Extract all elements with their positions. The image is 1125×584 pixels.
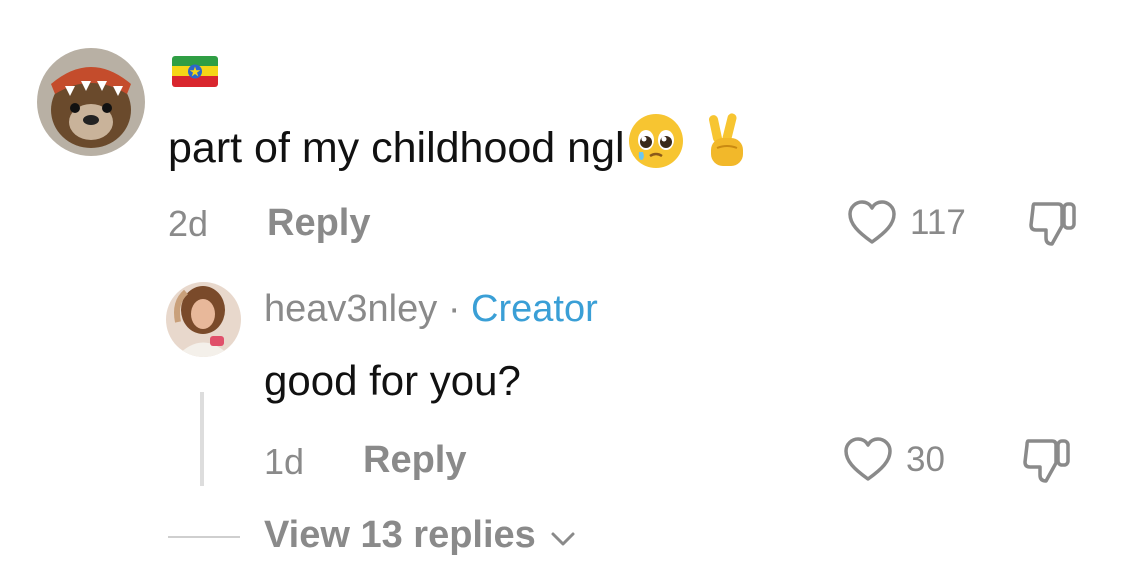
reply-text: good for you?	[264, 357, 521, 404]
thread-line	[200, 392, 204, 486]
creator-badge: Creator	[471, 288, 598, 330]
reply-button[interactable]: Reply	[363, 439, 466, 482]
separator-dot: ·	[447, 288, 461, 330]
pleading-face-icon	[627, 112, 685, 184]
comment-body: part of my childhood ngl	[168, 124, 625, 172]
username[interactable]: heav3nley	[264, 288, 437, 330]
view-replies-label: View 13 replies	[264, 514, 536, 556]
like-count: 117	[910, 203, 966, 242]
like-count: 30	[906, 440, 945, 479]
thumbs-down-icon	[1022, 439, 1072, 489]
dislike-button[interactable]	[1022, 437, 1072, 490]
victory-hand-icon	[705, 112, 749, 184]
comment-age: 2d	[168, 203, 209, 244]
divider	[168, 536, 240, 538]
heart-icon	[842, 437, 894, 487]
chevron-down-icon	[550, 515, 576, 558]
heart-icon	[846, 200, 898, 250]
ethiopia-flag-icon	[172, 56, 218, 87]
avatar[interactable]	[166, 282, 241, 357]
reply-button[interactable]: Reply	[267, 202, 370, 245]
avatar[interactable]	[37, 48, 145, 156]
dislike-button[interactable]	[1028, 200, 1078, 253]
like-button[interactable]	[842, 437, 894, 488]
view-replies-button[interactable]: View 13 replies	[264, 514, 576, 558]
reply-header: heav3nley · Creator	[264, 288, 598, 331]
thumbs-down-icon	[1028, 202, 1078, 252]
reply-age: 1d	[264, 441, 305, 482]
like-button[interactable]	[846, 200, 898, 251]
comment-text: part of my childhood ngl	[168, 112, 749, 184]
